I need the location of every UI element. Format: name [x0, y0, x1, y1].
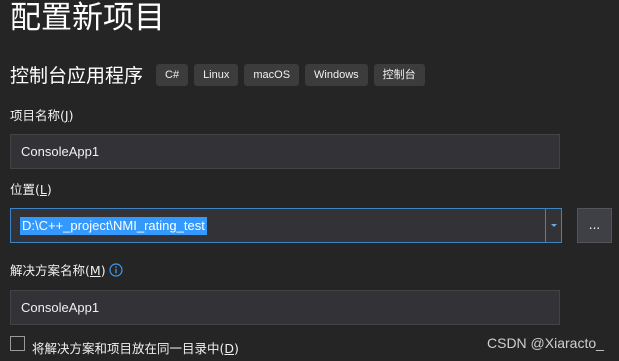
location-access-key: L [39, 182, 47, 197]
location-label-suffix: ) [46, 182, 52, 197]
same-directory-label-text: 将解决方案和项目放在同一目录中( [32, 341, 225, 356]
solution-name-input[interactable]: ConsoleApp1 [10, 290, 560, 325]
browse-button[interactable]: ... [577, 208, 612, 243]
tag-windows: Windows [305, 64, 368, 86]
location-label: 位置(L) [10, 181, 52, 199]
tag-console: 控制台 [373, 64, 425, 86]
solution-name-label: 解决方案名称(M) [10, 262, 106, 280]
location-label-text: 位置( [10, 182, 40, 197]
project-name-label: 项目名称(J) [10, 107, 73, 125]
project-name-label-suffix: ) [68, 108, 74, 123]
same-directory-label[interactable]: 将解决方案和项目放在同一目录中(D) [32, 340, 239, 358]
same-directory-checkbox[interactable] [10, 336, 25, 351]
info-icon[interactable] [109, 263, 123, 277]
tag-linux: Linux [194, 64, 239, 86]
template-tags: C# Linux macOS Windows 控制台 [156, 64, 425, 86]
tag-macos: macOS [244, 64, 300, 86]
same-directory-label-suffix: ) [234, 341, 239, 356]
template-name: 控制台应用程序 [10, 65, 144, 87]
solution-name-label-text: 解决方案名称( [10, 263, 90, 278]
solution-name-access-key: M [89, 263, 101, 278]
tag-csharp: C# [156, 64, 189, 86]
page-title: 配置新项目 [10, 0, 165, 36]
location-value-selected[interactable]: D:\C++_project\NMI_rating_test [20, 217, 207, 235]
same-directory-access-key: D [224, 341, 235, 356]
solution-name-label-suffix: ) [100, 263, 106, 278]
chevron-down-icon[interactable] [551, 224, 557, 227]
project-name-label-text: 项目名称( [10, 108, 65, 123]
project-name-input[interactable]: ConsoleApp1 [10, 134, 560, 169]
watermark: CSDN @Xiaracto_ [487, 335, 604, 351]
combo-divider [545, 209, 546, 242]
location-combobox[interactable]: D:\C++_project\NMI_rating_test [10, 208, 562, 243]
